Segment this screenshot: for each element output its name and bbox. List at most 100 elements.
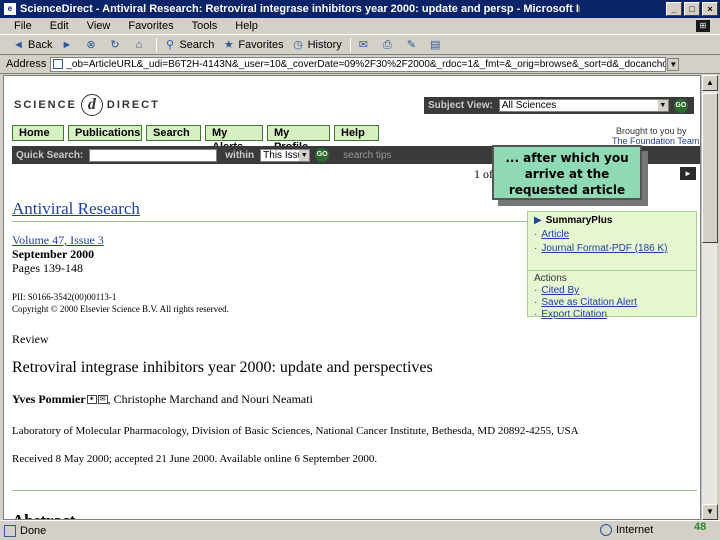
scrollbar-thumb[interactable] — [702, 93, 718, 243]
search-icon: ⚲ — [165, 38, 174, 51]
home-icon: ⌂ — [135, 38, 143, 51]
nav-home[interactable]: Home — [12, 125, 64, 141]
nav-my-alerts[interactable]: My Alerts — [205, 125, 263, 153]
vertical-scrollbar[interactable]: ▲ ▼ — [701, 75, 718, 520]
slide-number: 48 — [694, 521, 707, 533]
callout-line-1: ... after which you — [505, 151, 629, 165]
sd-nav: Home Publications Search My Alerts My Pr… — [12, 125, 379, 153]
subject-view-select[interactable]: All Sciences ▼ — [498, 99, 669, 112]
status-bar: Done Internet — [0, 520, 720, 540]
article-link-item[interactable]: · Article — [534, 229, 569, 240]
history-button[interactable]: ◷ History — [292, 39, 342, 52]
forward-arrow-icon: ► — [61, 38, 73, 51]
windows-logo-icon: ⊞ — [696, 20, 710, 32]
menu-file[interactable]: File — [14, 20, 32, 32]
brought-to-you-label: Brought to you by — [616, 126, 687, 136]
menu-favorites[interactable]: Favorites — [128, 20, 173, 32]
toolbar-divider — [349, 38, 351, 52]
discuss-icon: ▤ — [430, 38, 441, 51]
issue-date: September 2000 — [12, 247, 95, 261]
menu-help[interactable]: Help — [235, 20, 258, 32]
email-icon[interactable]: ✉ — [97, 395, 108, 404]
address-label: Address — [6, 58, 47, 70]
subject-go-button[interactable]: GO — [673, 98, 688, 113]
quick-search-label: Quick Search: — [16, 149, 84, 161]
next-article-button[interactable]: ► — [680, 167, 696, 180]
cited-by-item[interactable]: · Cited By — [534, 285, 579, 296]
browser-content: SCIENCE d DIRECT Subject View: All Scien… — [3, 75, 701, 520]
window-controls: _ □ × — [666, 2, 718, 16]
pii: PII: S0166-3542(00)00113-1 — [12, 292, 117, 302]
stop-button[interactable]: ⊗ — [84, 39, 100, 52]
author-rest: , Christophe Marchand and Nouri Neamati — [107, 392, 313, 406]
favorites-button[interactable]: ★ Favorites — [222, 38, 284, 52]
summaryplus-item[interactable]: ▶ SummaryPlus — [534, 215, 612, 226]
nav-search[interactable]: Search — [146, 125, 201, 141]
chevron-down-icon: ▼ — [299, 149, 310, 161]
result-count: 1 of — [474, 167, 493, 181]
maximize-button[interactable]: □ — [684, 2, 700, 16]
callout-box: ... after which you arrive at the reques… — [492, 145, 642, 200]
back-button[interactable]: ◄ Back — [12, 39, 52, 52]
affiliation: Laboratory of Molecular Pharmacology, Di… — [12, 425, 579, 437]
bullet-icon: · — [534, 297, 538, 308]
callout-line-3: requested article — [508, 183, 626, 197]
mail-button[interactable]: ✉ — [357, 39, 373, 52]
save-alert-item[interactable]: · Save as Citation Alert — [534, 297, 637, 308]
within-select[interactable]: This Issue ▼ — [260, 148, 311, 162]
sidebox-divider — [528, 270, 696, 271]
pdf-link-item[interactable]: · Journal Format-PDF (186 K) — [534, 243, 668, 254]
address-dropdown-button[interactable]: ▼ — [667, 57, 680, 71]
refresh-button[interactable]: ↻ — [108, 39, 124, 52]
scroll-up-arrow-icon[interactable]: ▲ — [702, 75, 718, 91]
address-input[interactable]: _ob=ArticleURL&_udi=B6T2H-4143N&_user=10… — [50, 56, 667, 72]
edit-icon: ✎ — [406, 38, 416, 51]
quick-search-go-button[interactable]: GO — [315, 148, 330, 162]
bullet-icon: · — [534, 285, 538, 296]
close-button[interactable]: × — [702, 2, 718, 16]
edit-button[interactable]: ✎ — [405, 39, 421, 52]
page-range: Pages 139-148 — [12, 261, 83, 275]
menu-edit[interactable]: Edit — [50, 20, 69, 32]
favorites-icon: ★ — [223, 38, 234, 51]
authors: Yves Pommier ✶ ✉ , Christophe Marchand a… — [12, 392, 313, 407]
page-done-icon — [4, 524, 16, 537]
minimize-button[interactable]: _ — [666, 2, 682, 16]
globe-icon — [600, 524, 612, 536]
menu-view[interactable]: View — [87, 20, 111, 32]
status-text: Done — [20, 524, 47, 537]
menu-tools[interactable]: Tools — [192, 20, 218, 32]
title-bar: e ScienceDirect - Antiviral Research: Re… — [0, 0, 720, 18]
sciencedirect-logo[interactable]: SCIENCE d DIRECT — [14, 94, 160, 116]
page-icon — [53, 59, 64, 69]
menu-bar: File Edit View Favorites Tools Help — [0, 18, 720, 35]
nav-publications[interactable]: Publications — [68, 125, 142, 141]
subject-view-label: Subject View: — [428, 100, 493, 111]
corresponding-author-icon[interactable]: ✶ — [86, 395, 97, 404]
address-bar: Address _ob=ArticleURL&_udi=B6T2H-4143N&… — [0, 55, 720, 74]
received-dates: Received 8 May 2000; accepted 21 June 20… — [12, 453, 378, 465]
toolbar: ◄ Back ► ⊗ ↻ ⌂ ⚲ Search ★ Favorites ◷ Histor… — [0, 36, 720, 55]
export-citation-item[interactable]: · Export Citation — [534, 309, 607, 320]
print-button[interactable]: ⎙ — [381, 39, 397, 52]
nav-my-profile[interactable]: My Profile — [267, 125, 330, 153]
chevron-down-icon: ▼ — [657, 100, 668, 111]
nav-help[interactable]: Help — [334, 125, 379, 141]
back-arrow-icon: ◄ — [13, 38, 24, 51]
discuss-button[interactable]: ▤ — [429, 39, 445, 52]
article-type: Review — [12, 332, 49, 346]
search-tips-link[interactable]: search tips — [343, 150, 391, 161]
article-title: Retroviral integrase inhibitors year 200… — [12, 359, 433, 376]
ie-page-icon: e — [4, 3, 16, 15]
journal-title-link[interactable]: Antiviral Research — [12, 199, 140, 219]
volume-issue-link[interactable]: Volume 47, Issue 3 — [12, 233, 104, 248]
quick-search-input[interactable] — [89, 148, 218, 162]
scroll-down-arrow-icon[interactable]: ▼ — [702, 504, 718, 520]
author-first[interactable]: Yves Pommier — [12, 392, 86, 407]
forward-button[interactable]: ► — [60, 39, 76, 52]
home-button[interactable]: ⌂ — [132, 39, 148, 52]
copyright: Copyright © 2000 Elsevier Science B.V. A… — [12, 304, 229, 314]
search-button[interactable]: ⚲ Search — [163, 39, 214, 52]
history-icon: ◷ — [293, 38, 303, 51]
triangle-right-icon: ▶ — [534, 215, 542, 226]
